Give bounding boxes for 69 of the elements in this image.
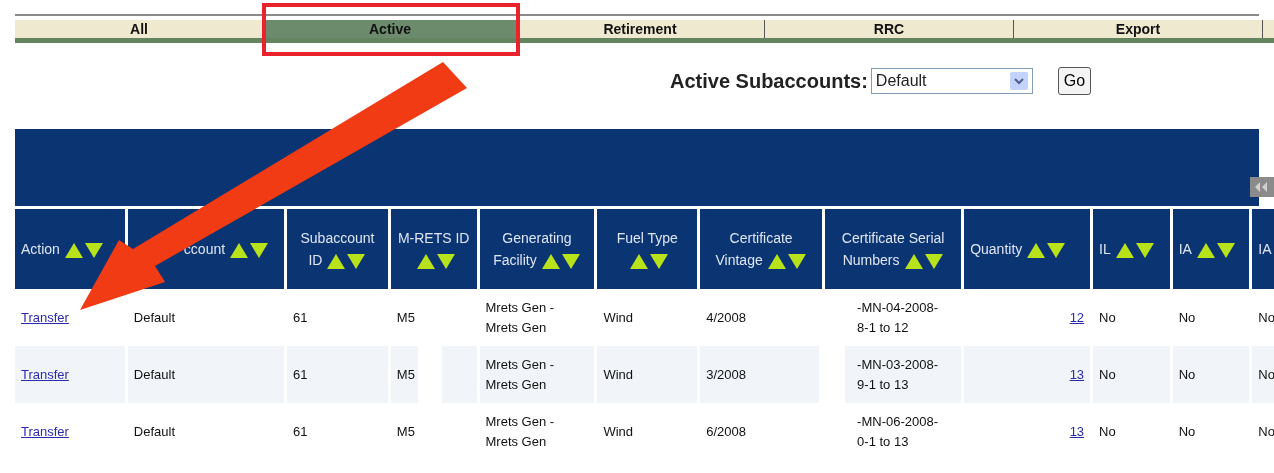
sort-icon[interactable] [1026,241,1067,259]
table-cell-text: Mrets Gen - Mrets Gen [485,355,556,394]
quantity-link[interactable]: 13 [1069,423,1085,439]
sort-icon[interactable] [229,241,270,259]
table-cell: 4/2008 [706,309,746,325]
table-cell: 61 [293,309,308,325]
table-cell-text: -MN-03-2008- [857,355,938,374]
transfer-link[interactable]: Transfer [21,309,69,325]
table-cell: 61 [293,423,308,439]
column-header[interactable]: M-RETS ID [390,209,477,289]
sort-icon[interactable] [63,241,104,259]
column-header[interactable]: Generating Facility [479,209,595,289]
table-cell: No [1178,423,1196,439]
tab[interactable]: Retirement [516,20,765,38]
table-cell: No [1178,366,1196,382]
table-cell: No [1099,366,1116,382]
tab[interactable]: RRC [765,20,1014,38]
table-cell-text: Mrets Gen - Mrets Gen [485,412,556,451]
table-cell: No [1099,423,1116,439]
column-header[interactable]: Certificate Vintage [700,209,823,289]
table-cell: Default [133,309,176,325]
table-cell: Wind [603,423,633,439]
sort-icon[interactable] [629,252,670,270]
table-cell: M5 [396,309,415,325]
table-cell-text: 0-1 to 13 [857,432,909,451]
table-cell: Wind [603,309,633,325]
column-header[interactable]: IL [1093,209,1170,289]
transfer-link[interactable]: Transfer [21,423,69,439]
tab[interactable]: All [15,20,264,38]
sort-icon[interactable] [903,252,944,270]
table-cell: 3/2008 [706,366,746,382]
filter-label: Active Subaccounts: [670,69,868,94]
table-cell: Default [133,423,176,439]
tab[interactable]: Active [264,20,516,38]
table-cell: Default [133,366,176,382]
column-header[interactable]: Fuel Type [597,209,698,289]
sort-icon[interactable] [415,252,456,270]
table-cell: Wind [603,366,633,382]
table-cell-text: Mrets Gen - Mrets Gen [485,298,556,337]
sort-icon[interactable] [1114,241,1155,259]
table-cell-text: -MN-04-2008- [857,298,938,317]
column-header[interactable]: IA [1252,209,1274,289]
table-cell: 61 [293,366,308,382]
sort-icon[interactable] [1195,241,1236,259]
table-cell: No [1099,309,1116,325]
table-cell: No [1258,423,1274,439]
sort-icon[interactable] [766,252,807,270]
table-cell: No [1258,309,1274,325]
quantity-link[interactable]: 12 [1069,309,1085,325]
table-cell-text: 8-1 to 12 [857,318,909,337]
table-cell: M5 [396,366,415,382]
quantity-link[interactable]: 13 [1069,366,1085,382]
sort-icon[interactable] [326,252,367,270]
subaccount-select[interactable]: Default [870,68,1033,94]
table-cell: M5 [396,423,415,439]
table-cell-text: 9-1 to 13 [857,375,909,394]
column-header[interactable]: IA [1172,209,1250,289]
table-cell: 6/2008 [706,423,746,439]
table-cell: No [1258,366,1274,382]
column-header[interactable]: Subaccount ID [287,209,388,289]
column-header[interactable]: Certificate Serial Numbers [825,209,962,289]
table-cell: No [1178,309,1196,325]
column-header[interactable]: Action [15,209,125,289]
go-button[interactable]: Go [1057,67,1092,95]
transfer-link[interactable]: Transfer [21,366,69,382]
table-cell-text: -MN-06-2008- [857,412,938,431]
sort-icon[interactable] [540,252,581,270]
column-header[interactable]: Quantity [964,209,1091,289]
tab[interactable]: Export [1014,20,1263,38]
